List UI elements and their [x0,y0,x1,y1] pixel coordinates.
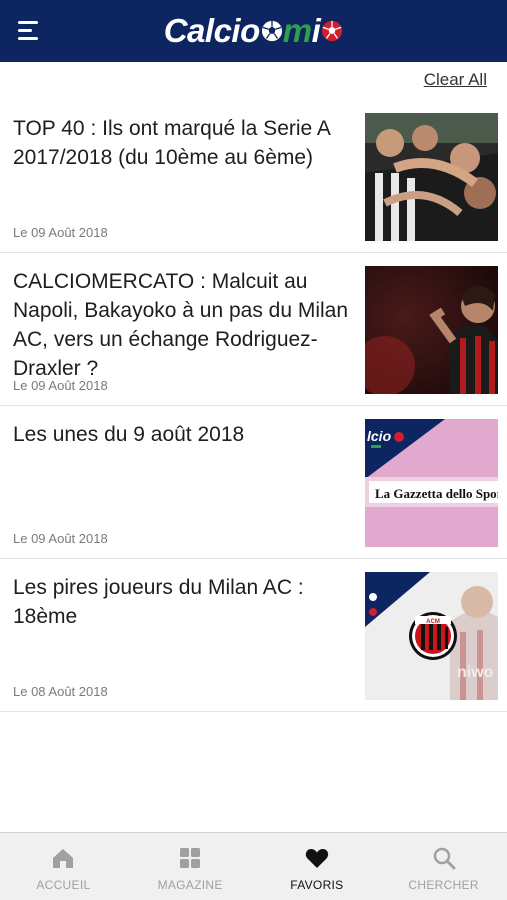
article-item[interactable]: TOP 40 : Ils ont marqué la Serie A 2017/… [0,100,507,253]
tab-label: MAGAZINE [157,878,223,892]
home-icon [53,849,74,868]
app-header: Calcio m i [0,0,507,62]
tab-favoris[interactable]: FAVORIS [254,833,381,900]
soccer-ball-icon [261,20,282,42]
article-title: CALCIOMERCATO : Malcuit au Napoli, Bakay… [13,270,349,380]
article-title: Les pires joueurs du Milan AC : 18ème [13,576,304,628]
tab-magazine[interactable]: MAGAZINE [127,833,254,900]
article-date: Le 09 Août 2018 [13,225,108,240]
tab-label: FAVORIS [290,878,344,892]
logo-text-m: m [282,12,312,49]
article-item[interactable]: Les pires joueurs du Milan AC : 18ème Le… [0,559,507,712]
logo-text-i: i [311,12,321,49]
article-thumbnail: lcio La Gazzetta dello Sport [365,419,498,547]
article-item[interactable]: Les unes du 9 août 2018 Le 09 Août 2018 … [0,406,507,559]
svg-text:ACM: ACM [426,619,440,625]
article-date: Le 09 Août 2018 [13,531,108,546]
logo-text-calcio: Calcio [163,12,261,49]
tab-label: CHERCHER [408,878,479,892]
svg-text:lcio: lcio [367,428,392,444]
soccer-ball-red-icon [322,20,343,42]
gazzetta-masthead: La Gazzetta dello Sport [375,486,498,501]
article-item[interactable]: CALCIOMERCATO : Malcuit au Napoli, Bakay… [0,253,507,406]
article-thumbnail: niwo ACM [365,572,498,700]
grid-icon [180,848,201,868]
article-thumbnail [365,266,498,394]
app-logo[interactable]: Calcio m i [164,12,344,50]
article-title: Les unes du 9 août 2018 [13,423,245,446]
svg-text:niwo: niwo [457,664,494,681]
clear-all-button[interactable]: Clear All [424,70,487,90]
tab-label: ACCUEIL [36,878,91,892]
heart-icon [305,848,329,868]
bottom-tab-bar: ACCUEIL MAGAZINE FAVORIS CHERCHER [0,832,507,900]
tab-accueil[interactable]: ACCUEIL [0,833,127,900]
article-title: TOP 40 : Ils ont marqué la Serie A 2017/… [13,117,330,169]
favorites-list: TOP 40 : Ils ont marqué la Serie A 2017/… [0,100,507,712]
favorites-toolbar: Clear All [0,62,507,100]
article-date: Le 09 Août 2018 [13,378,108,393]
article-date: Le 08 Août 2018 [13,684,108,699]
menu-icon[interactable] [18,21,42,43]
tab-chercher[interactable]: CHERCHER [380,833,507,900]
article-thumbnail [365,113,498,241]
search-icon [433,847,456,870]
